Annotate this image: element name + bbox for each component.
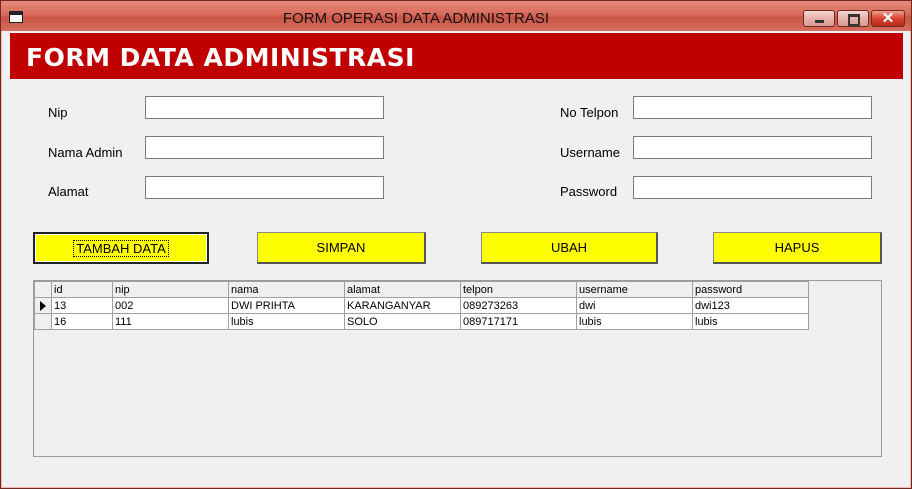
cell-telpon[interactable]: 089717171 bbox=[460, 313, 577, 330]
tambah-data-button[interactable]: TAMBAH DATA bbox=[33, 232, 209, 264]
maximize-icon bbox=[848, 14, 860, 26]
hapus-button[interactable]: HAPUS bbox=[713, 232, 882, 264]
cell-username[interactable]: lubis bbox=[576, 313, 693, 330]
minimize-icon bbox=[815, 20, 824, 23]
cell-password[interactable]: dwi123 bbox=[692, 297, 809, 314]
form-banner: FORM DATA ADMINISTRASI bbox=[10, 33, 903, 79]
username-label: Username bbox=[560, 145, 620, 160]
column-header-telpon[interactable]: telpon bbox=[460, 281, 577, 298]
cell-telpon[interactable]: 089273263 bbox=[460, 297, 577, 314]
data-table: id nip nama alamat telpon username passw… bbox=[34, 281, 809, 330]
nama-admin-label: Nama Admin bbox=[48, 145, 123, 160]
data-grid[interactable]: id nip nama alamat telpon username passw… bbox=[33, 280, 882, 457]
cell-alamat[interactable]: SOLO bbox=[344, 313, 461, 330]
column-header-nip[interactable]: nip bbox=[112, 281, 229, 298]
cell-id[interactable]: 16 bbox=[51, 313, 113, 330]
cell-nip[interactable]: 002 bbox=[112, 297, 229, 314]
maximize-button[interactable] bbox=[837, 10, 869, 27]
table-row[interactable]: 13 002 DWI PRIHTA KARANGANYAR 089273263 … bbox=[34, 297, 809, 314]
nama-admin-field[interactable] bbox=[145, 136, 384, 159]
main-window: FORM OPERASI DATA ADMINISTRASI ✕ FORM DA… bbox=[0, 0, 912, 489]
banner-title: FORM DATA ADMINISTRASI bbox=[26, 43, 415, 72]
password-field[interactable] bbox=[633, 176, 872, 199]
cell-id[interactable]: 13 bbox=[51, 297, 113, 314]
no-telpon-label: No Telpon bbox=[560, 105, 619, 120]
nip-field[interactable] bbox=[145, 96, 384, 119]
alamat-field[interactable] bbox=[145, 176, 384, 199]
header-row: id nip nama alamat telpon username passw… bbox=[34, 281, 809, 298]
cell-nama[interactable]: DWI PRIHTA bbox=[228, 297, 345, 314]
alamat-label: Alamat bbox=[48, 184, 89, 199]
cell-username[interactable]: dwi bbox=[576, 297, 693, 314]
simpan-button[interactable]: SIMPAN bbox=[257, 232, 426, 264]
cell-alamat[interactable]: KARANGANYAR bbox=[344, 297, 461, 314]
cell-nip[interactable]: 111 bbox=[112, 313, 229, 330]
username-field[interactable] bbox=[633, 136, 872, 159]
row-selector[interactable] bbox=[34, 297, 52, 314]
minimize-button[interactable] bbox=[803, 10, 835, 27]
column-header-alamat[interactable]: alamat bbox=[344, 281, 461, 298]
close-icon: ✕ bbox=[881, 10, 895, 27]
tambah-data-label: TAMBAH DATA bbox=[73, 240, 169, 257]
column-header-username[interactable]: username bbox=[576, 281, 693, 298]
title-bar[interactable]: FORM OPERASI DATA ADMINISTRASI ✕ bbox=[1, 1, 911, 31]
row-selector-header[interactable] bbox=[34, 281, 52, 298]
table-row[interactable]: 16 111 lubis SOLO 089717171 lubis lubis bbox=[34, 313, 809, 330]
no-telpon-field[interactable] bbox=[633, 96, 872, 119]
column-header-password[interactable]: password bbox=[692, 281, 809, 298]
row-pointer-icon bbox=[40, 300, 46, 311]
ubah-button[interactable]: UBAH bbox=[481, 232, 658, 264]
nip-label: Nip bbox=[48, 105, 68, 120]
column-header-id[interactable]: id bbox=[51, 281, 113, 298]
password-label: Password bbox=[560, 184, 618, 199]
close-button[interactable]: ✕ bbox=[871, 10, 905, 27]
window-title: FORM OPERASI DATA ADMINISTRASI bbox=[282, 10, 550, 27]
cell-nama[interactable]: lubis bbox=[228, 313, 345, 330]
row-selector[interactable] bbox=[34, 313, 52, 330]
cell-password[interactable]: lubis bbox=[692, 313, 809, 330]
column-header-nama[interactable]: nama bbox=[228, 281, 345, 298]
